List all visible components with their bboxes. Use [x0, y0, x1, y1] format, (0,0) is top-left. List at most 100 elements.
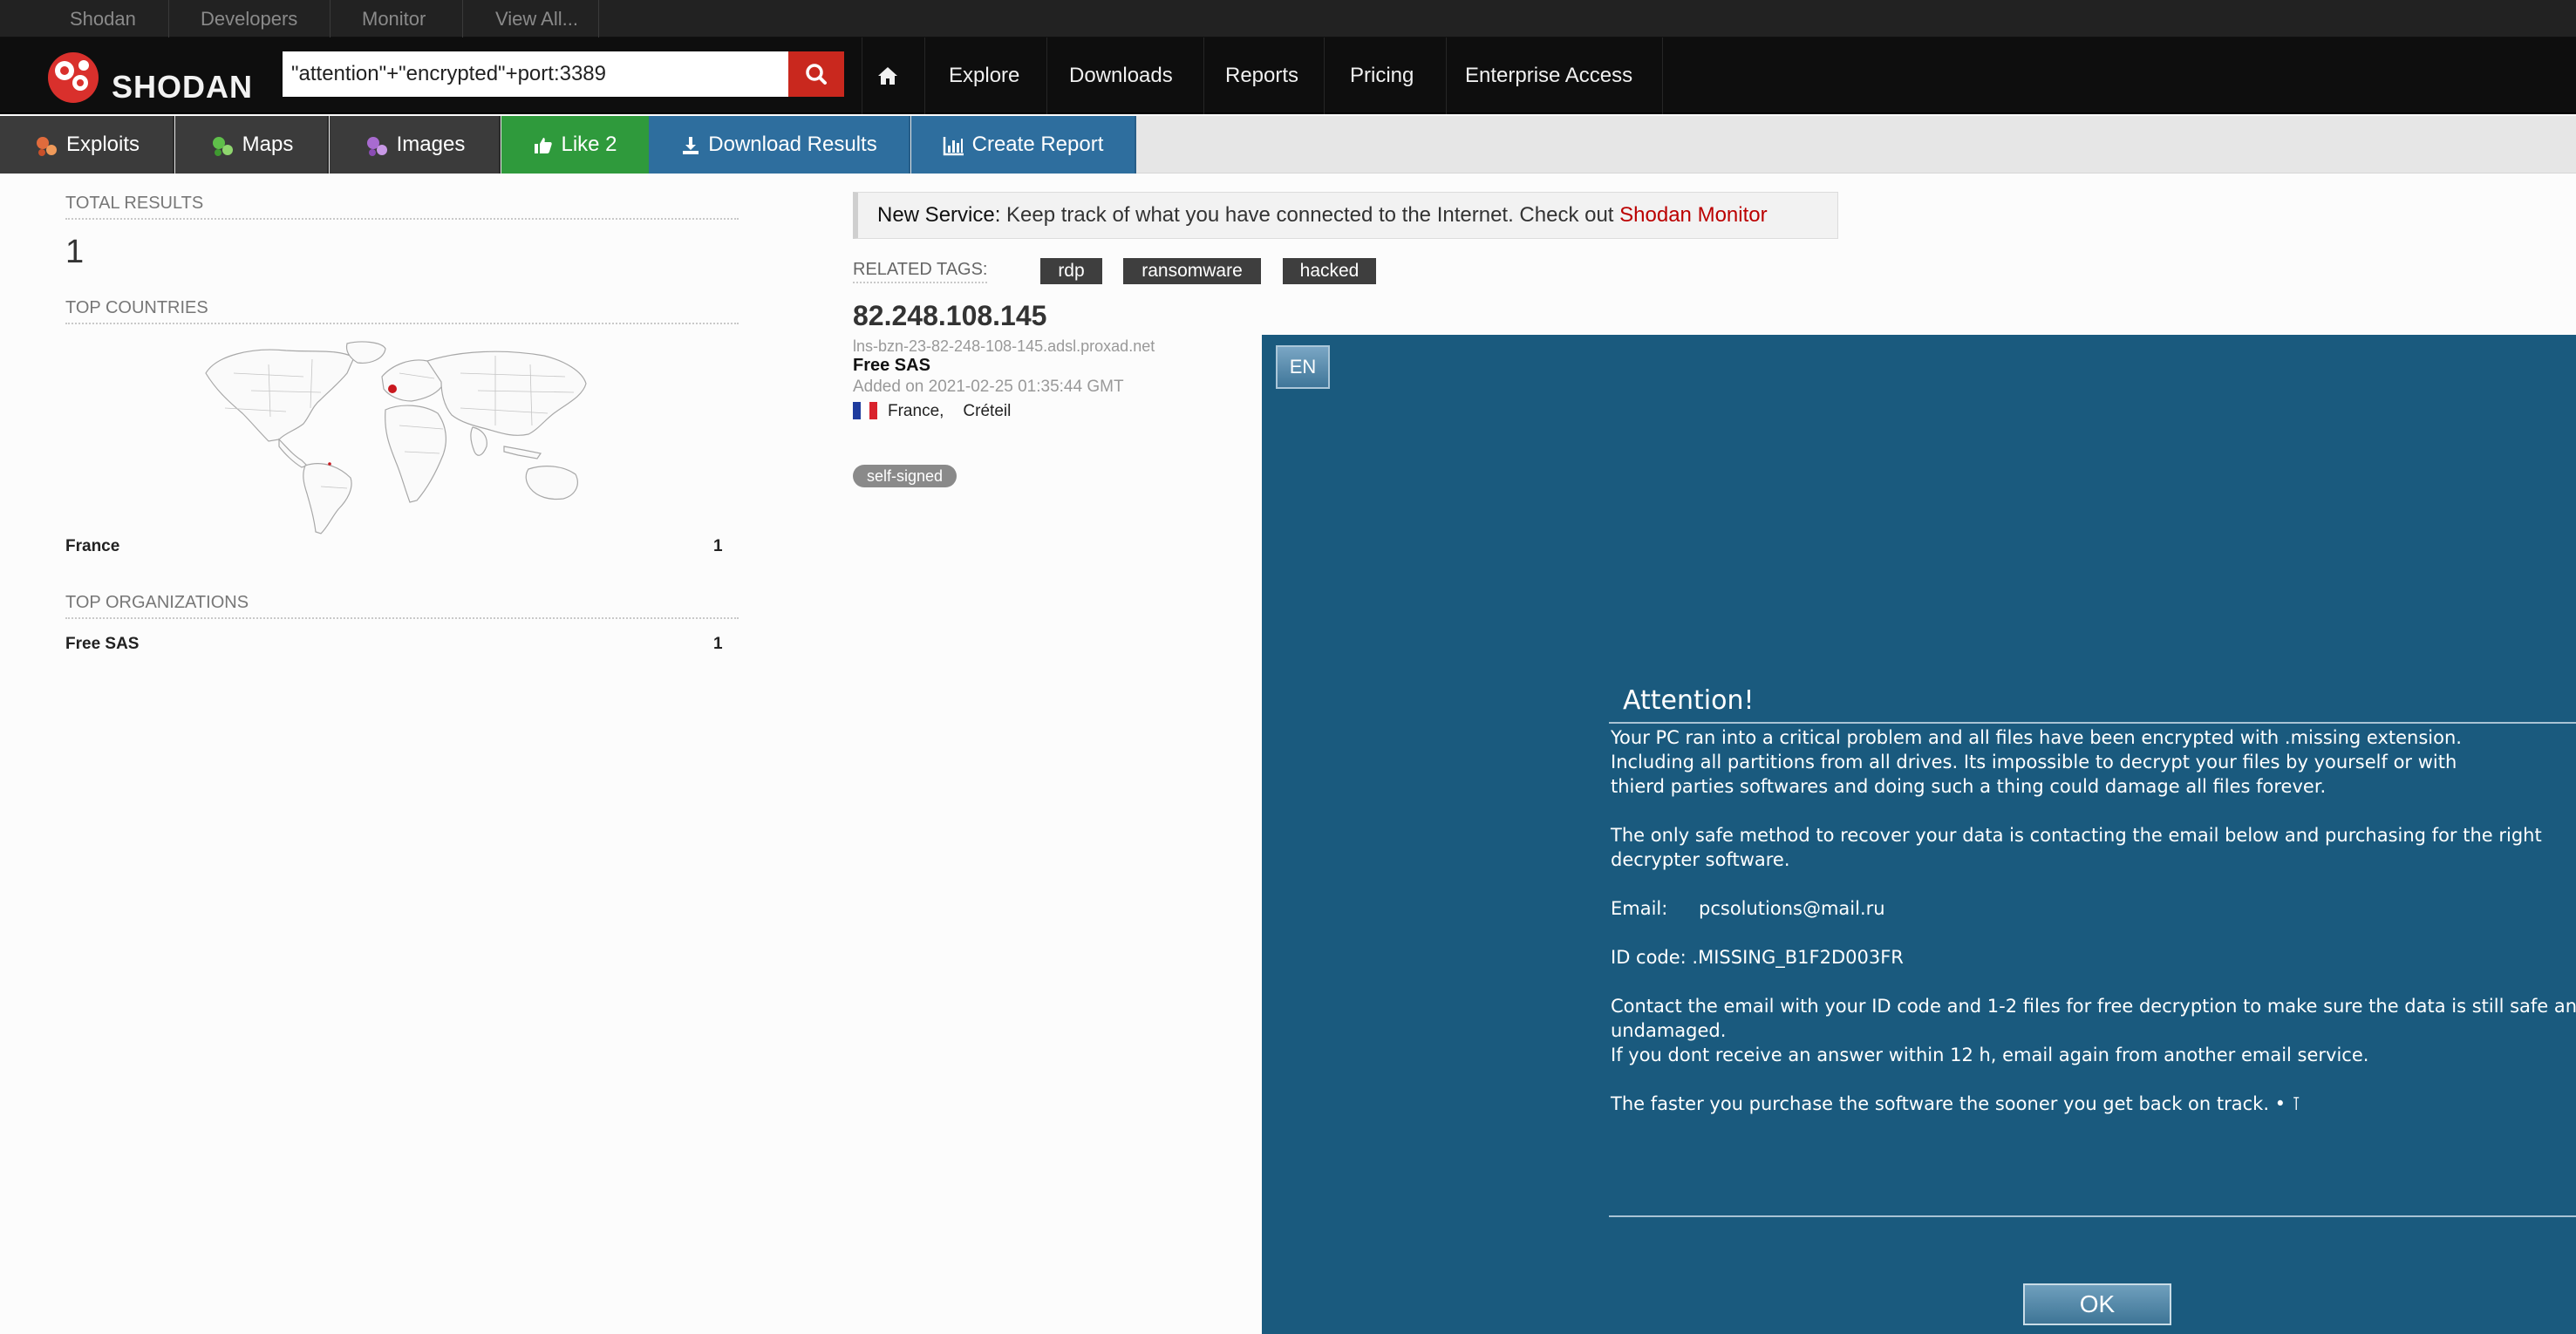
nav-divider — [1046, 37, 1047, 114]
search-input[interactable] — [283, 51, 788, 97]
new-service-notice: New Service: Keep track of what you have… — [853, 192, 1838, 239]
bar-chart-icon — [943, 136, 964, 155]
exploits-button[interactable]: Exploits — [0, 116, 174, 174]
result-country-link[interactable]: France, — [888, 402, 944, 420]
top-link-shodan[interactable]: Shodan — [70, 0, 136, 37]
map-australia — [525, 466, 578, 500]
language-button[interactable]: EN — [1276, 345, 1330, 389]
images-icon — [366, 136, 387, 156]
ransom-line: The only safe method to recover your dat… — [1611, 825, 2542, 846]
top-link-divider — [330, 0, 331, 37]
nav-reports[interactable]: Reports — [1225, 37, 1298, 114]
top-links-bar: Shodan Developers Monitor View All... — [0, 0, 2576, 37]
top-countries-heading: TOP COUNTRIES — [65, 298, 208, 317]
exploits-icon — [36, 136, 57, 156]
ransom-line: thierd parties softwares and doing such … — [1611, 776, 2327, 797]
main-header: SHODAN Explore Downloads Reports Pricing… — [0, 37, 2576, 114]
result-hostname: lns-bzn-23-82-248-108-145.adsl.proxad.ne… — [853, 337, 1155, 355]
top-link-view-all[interactable]: View All... — [495, 0, 578, 37]
nav-downloads[interactable]: Downloads — [1069, 37, 1173, 114]
ransom-title: Attention! — [1623, 685, 1755, 716]
maps-label: Maps — [242, 133, 294, 156]
nav-divider — [1662, 37, 1663, 114]
section-divider — [65, 617, 739, 619]
org-facet-label[interactable]: Free SAS — [65, 635, 139, 654]
download-results-label: Download Results — [708, 133, 877, 156]
create-report-button[interactable]: Create Report — [911, 116, 1136, 174]
world-map[interactable] — [199, 338, 605, 539]
create-report-label: Create Report — [971, 133, 1104, 156]
shodan-logo-icon — [48, 52, 99, 103]
ransom-line: decrypter software. — [1611, 849, 1790, 870]
result-location: France, Créteil — [888, 402, 1011, 421]
ransom-line: Contact the email with your ID code and … — [1611, 996, 2576, 1017]
section-divider — [65, 323, 739, 324]
ransom-divider-top — [1609, 722, 2576, 724]
tag-hacked[interactable]: hacked — [1283, 258, 1376, 284]
search-button[interactable] — [788, 51, 844, 97]
result-org-link[interactable]: Free SAS — [853, 356, 930, 376]
download-results-button[interactable]: Download Results — [649, 116, 910, 174]
tag-ransomware[interactable]: ransomware — [1123, 258, 1261, 284]
tag-rdp[interactable]: rdp — [1040, 258, 1102, 284]
ransom-line: Your PC ran into a critical problem and … — [1611, 727, 2462, 748]
map-africa — [385, 405, 446, 503]
country-facet-label[interactable]: France — [65, 537, 119, 556]
like-button[interactable]: Like 2 — [501, 116, 649, 174]
ransom-divider-bottom — [1609, 1215, 2576, 1217]
top-link-divider — [598, 0, 599, 37]
maps-icon — [212, 136, 233, 156]
ransom-id-code: ID code: .MISSING_B1F2D003FR — [1611, 947, 1904, 968]
top-organizations-heading: TOP ORGANIZATIONS — [65, 593, 249, 612]
maps-button[interactable]: Maps — [175, 116, 329, 174]
map-north-america — [205, 349, 355, 442]
self-signed-badge[interactable]: self-signed — [853, 465, 957, 487]
download-icon — [683, 136, 699, 154]
action-toolbar: Exploits Maps Images Like 2 Download Res… — [0, 116, 2576, 174]
ransom-line: If you dont receive an answer within 12 … — [1611, 1045, 2369, 1065]
map-marker-france — [388, 385, 397, 393]
logo-text: SHODAN — [112, 69, 254, 105]
france-flag-icon — [853, 402, 877, 419]
map-india — [470, 426, 487, 456]
nav-explore[interactable]: Explore — [949, 37, 1019, 114]
nav-pricing[interactable]: Pricing — [1350, 37, 1414, 114]
related-tags-label: RELATED TAGS: — [853, 260, 988, 283]
map-south-america — [303, 463, 352, 534]
top-link-monitor[interactable]: Monitor — [362, 0, 426, 37]
result-added-date: Added on 2021-02-25 01:35:44 GMT — [853, 378, 1124, 396]
map-marker-small — [328, 462, 331, 466]
total-results-heading: TOTAL RESULTS — [65, 194, 204, 213]
ransom-line: undamaged. — [1611, 1020, 1727, 1041]
shodan-monitor-link[interactable]: Shodan Monitor — [1619, 203, 1767, 227]
map-asia — [426, 351, 587, 436]
ransom-email-value: pcsolutions@mail.ru — [1699, 898, 1885, 919]
result-city-link[interactable]: Créteil — [963, 402, 1011, 420]
nav-divider — [1203, 37, 1204, 114]
section-divider — [65, 218, 739, 220]
images-button[interactable]: Images — [330, 116, 501, 174]
ok-button[interactable]: OK — [2023, 1283, 2171, 1325]
country-facet-count: 1 — [713, 537, 723, 555]
notice-label: New Service: — [877, 203, 1001, 227]
rdp-screenshot[interactable]: EN Attention! Your PC ran into a critica… — [1262, 335, 2576, 1334]
result-ip-link[interactable]: 82.248.108.145 — [853, 300, 1046, 332]
nav-divider — [924, 37, 925, 114]
nav-divider — [1446, 37, 1447, 114]
top-link-divider — [168, 0, 169, 37]
top-link-divider — [462, 0, 463, 37]
notice-text: Keep track of what you have connected to… — [1000, 203, 1620, 227]
nav-enterprise-access[interactable]: Enterprise Access — [1465, 37, 1632, 114]
nav-divider — [1324, 37, 1325, 114]
ransom-line: Including all partitions from all drives… — [1611, 752, 2457, 772]
org-facet-count: 1 — [713, 635, 723, 653]
map-indonesia — [503, 446, 542, 459]
thumbs-up-icon — [535, 137, 553, 153]
images-label: Images — [396, 133, 466, 156]
search-icon — [806, 64, 827, 85]
exploits-label: Exploits — [65, 133, 140, 156]
shodan-logo[interactable]: SHODAN — [45, 50, 252, 105]
ransom-email-label: Email: — [1611, 898, 1668, 919]
top-link-developers[interactable]: Developers — [201, 0, 297, 37]
like-label: Like 2 — [561, 133, 617, 156]
